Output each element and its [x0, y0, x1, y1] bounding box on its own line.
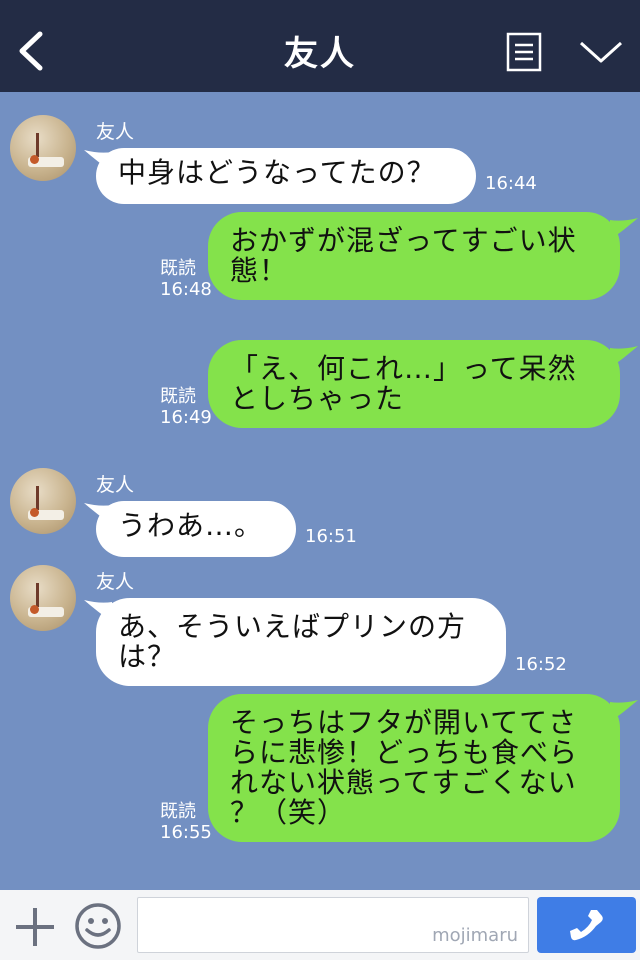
chat-title: 友人 [284, 34, 356, 74]
message-bubble-outgoing[interactable]: おかずが混ざってすごい状 態！ [208, 212, 620, 300]
message-time: 16:51 [305, 526, 357, 547]
chevron-down-icon[interactable] [578, 38, 624, 66]
avatar[interactable] [10, 115, 76, 181]
message-line: 態！ [230, 254, 289, 287]
message-bubble-incoming[interactable]: うわあ…。 [96, 501, 296, 557]
read-status: 既読 [160, 258, 196, 279]
read-status: 既読 [160, 386, 196, 407]
message-bubble-outgoing[interactable]: 「え、何これ…」って呆然 としちゃった [208, 340, 620, 428]
bubble-tail [610, 218, 638, 240]
message-line: れない状態ってすごくない [230, 766, 577, 799]
message-line: らに悲惨！どっちも食べら [230, 736, 579, 769]
message-input[interactable]: mojimaru [137, 897, 529, 953]
message-time: 16:44 [485, 173, 537, 194]
avatar[interactable] [10, 565, 76, 631]
message-time: 既読 16:55 [160, 801, 212, 843]
avatar[interactable] [10, 468, 76, 534]
watermark: mojimaru [432, 925, 518, 946]
bubble-tail [610, 346, 638, 368]
plus-icon[interactable] [14, 906, 56, 948]
message-bubble-incoming[interactable]: 中身はどうなってたの？ [96, 148, 476, 204]
chat-header: 友人 [0, 0, 640, 92]
sender-name: 友人 [96, 121, 135, 143]
sender-name: 友人 [96, 474, 135, 496]
smiley-icon[interactable] [74, 902, 122, 950]
menu-list-icon[interactable] [506, 32, 542, 72]
phone-icon [570, 910, 603, 941]
message-line: ？（笑） [230, 796, 347, 829]
message-text: うわあ…。 [118, 509, 264, 542]
message-line: あ、そういえばプリンの方 [118, 610, 467, 643]
message-bubble-outgoing[interactable]: そっちはフタが開いててさ らに悲惨！どっちも食べら れない状態ってすごくない ？… [208, 694, 620, 842]
message-line: そっちはフタが開いててさ [230, 706, 578, 739]
sender-name: 友人 [96, 571, 135, 593]
message-time: 既読 16:49 [160, 386, 212, 428]
message-line: としちゃった [230, 382, 405, 415]
input-bar: mojimaru [0, 890, 640, 960]
message-time: 既読 16:48 [160, 258, 212, 300]
message-line: 「え、何これ…」って呆然 [230, 352, 577, 385]
message-line: は？ [118, 640, 177, 673]
read-status: 既読 [160, 801, 196, 822]
message-time: 16:52 [515, 654, 567, 675]
call-button[interactable] [537, 897, 636, 953]
message-bubble-incoming[interactable]: あ、そういえばプリンの方 は？ [96, 598, 506, 686]
message-line: おかずが混ざってすごい状 [230, 224, 577, 257]
bubble-tail [610, 700, 638, 722]
message-text: 中身はどうなってたの？ [118, 156, 436, 189]
